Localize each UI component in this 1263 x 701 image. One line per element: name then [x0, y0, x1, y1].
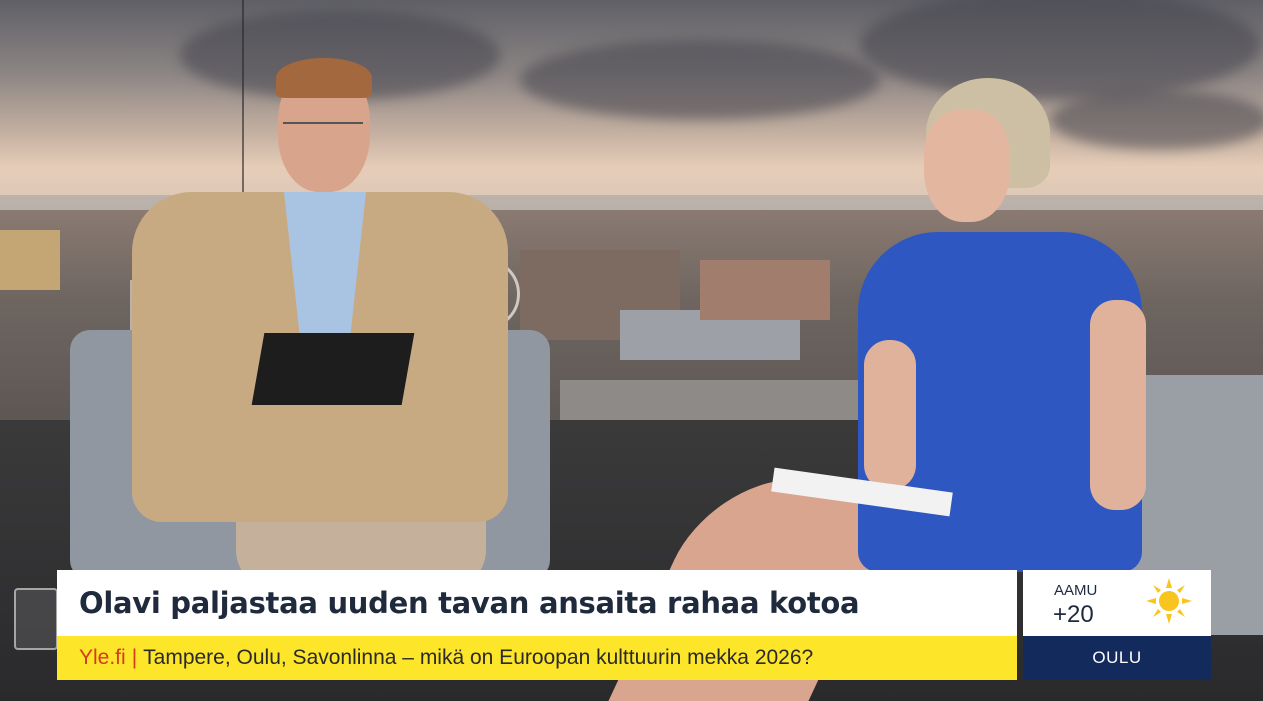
headline-text: Olavi paljastaa uuden tavan ansaita raha… [79, 586, 860, 620]
weather-panel: AAMU +20 [1023, 570, 1211, 636]
weather-city-bar: OULU [1023, 636, 1211, 680]
ticker-text: Tampere, Oulu, Savonlinna – mikä on Euro… [143, 646, 814, 669]
water-glass [14, 588, 58, 650]
sky-backdrop [0, 0, 1263, 210]
sun-icon [1146, 578, 1192, 624]
weather-period: AAMU [1054, 582, 1098, 599]
weather-city: OULU [1092, 648, 1142, 667]
ticker-source: Yle.fi [79, 646, 126, 669]
weather-widget: AAMU +20 OULU [1023, 570, 1211, 680]
weather-temperature: +20 [1053, 601, 1094, 628]
ticker-separator: | [131, 646, 138, 669]
news-ticker: Yle.fi | Tampere, Oulu, Savonlinna – mik… [57, 636, 1017, 680]
headline-bar: Olavi paljastaa uuden tavan ansaita raha… [57, 570, 1017, 636]
clipboard [251, 333, 415, 405]
